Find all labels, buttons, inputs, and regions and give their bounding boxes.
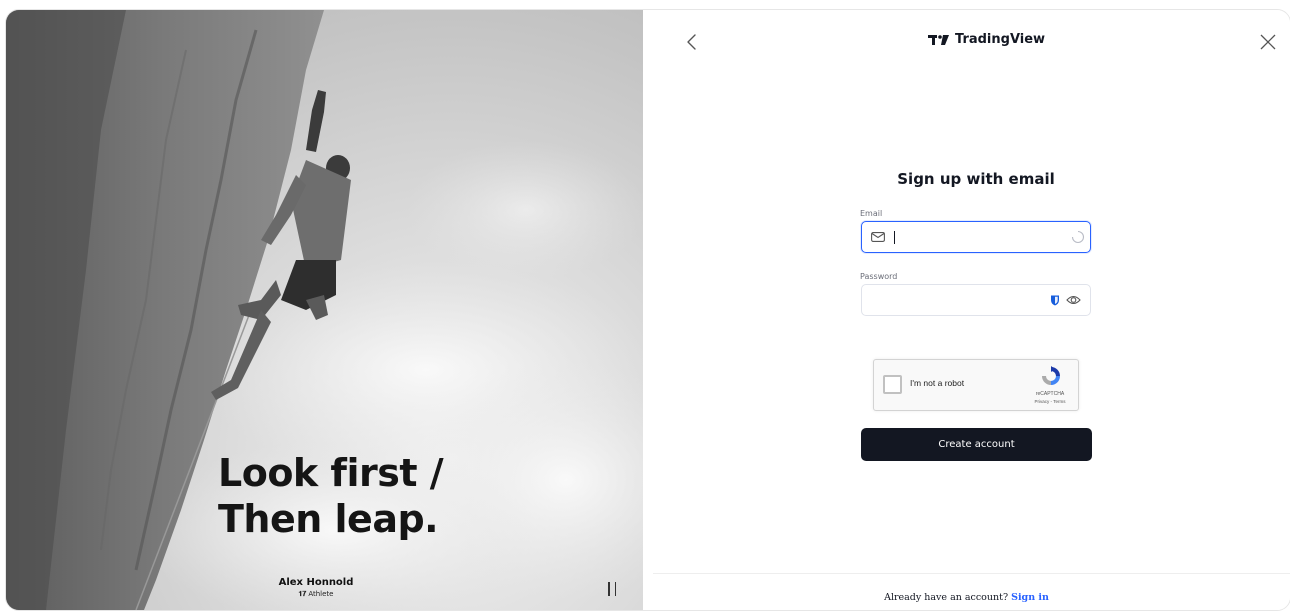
captcha-label: I'm not a robot xyxy=(910,378,965,388)
password-label: Password xyxy=(860,272,898,281)
hero-headline-line1: Look first / xyxy=(218,451,444,495)
email-field[interactable] xyxy=(861,221,1091,253)
athlete-role: Athlete xyxy=(308,590,334,598)
form-title: Sign up with email xyxy=(897,170,1055,188)
brand: TradingView xyxy=(928,32,1045,47)
athlete-role-line: 𝟏𝟕 Athlete xyxy=(256,590,376,599)
hero-headline-line2: Then leap. xyxy=(218,497,439,541)
signup-panel: TradingView Sign up with email Email Pas… xyxy=(643,10,1290,610)
email-label: Email xyxy=(860,209,883,218)
back-button[interactable] xyxy=(681,30,703,54)
tradingview-logo-icon xyxy=(928,34,949,45)
tradingview-mini-logo-icon: 𝟏𝟕 xyxy=(298,590,307,598)
mail-icon xyxy=(871,232,885,242)
athlete-name: Alex Honnold xyxy=(278,577,354,588)
sign-in-link[interactable]: Sign in xyxy=(1011,592,1049,603)
password-manager-icon[interactable] xyxy=(1050,295,1060,306)
captcha-checkbox[interactable] xyxy=(883,375,902,394)
signup-dialog: Look first / Then leap. Alex Honnold 𝟏𝟕 A… xyxy=(5,9,1290,611)
email-input[interactable] xyxy=(890,228,1060,246)
brand-name: TradingView xyxy=(955,32,1046,47)
chevron-left-icon xyxy=(687,34,696,50)
spinner-icon xyxy=(1071,230,1085,244)
footer: Already have an account? Sign in xyxy=(643,592,1290,603)
hero-panel: Look first / Then leap. Alex Honnold 𝟏𝟕 A… xyxy=(6,10,643,610)
footer-divider xyxy=(653,573,1290,574)
close-icon xyxy=(1260,34,1276,50)
recaptcha-terms-link[interactable]: Privacy - Terms xyxy=(1026,399,1074,404)
recaptcha-logo-icon xyxy=(1042,366,1060,385)
pause-icon xyxy=(608,582,616,596)
pause-button[interactable] xyxy=(603,580,621,598)
password-input[interactable] xyxy=(872,291,1042,309)
eye-icon[interactable] xyxy=(1066,294,1081,306)
password-field[interactable] xyxy=(861,284,1091,316)
recaptcha-brand: reCAPTCHA xyxy=(1035,391,1065,397)
recaptcha-widget: I'm not a robot reCAPTCHA Privacy - Term… xyxy=(873,359,1079,411)
close-button[interactable] xyxy=(1257,31,1279,53)
signin-prompt: Already have an account? xyxy=(884,592,1009,603)
hero-headline: Look first / Then leap. xyxy=(218,450,444,542)
create-account-button[interactable]: Create account xyxy=(861,428,1092,461)
athlete-credit: Alex Honnold 𝟏𝟕 Athlete xyxy=(256,577,376,599)
